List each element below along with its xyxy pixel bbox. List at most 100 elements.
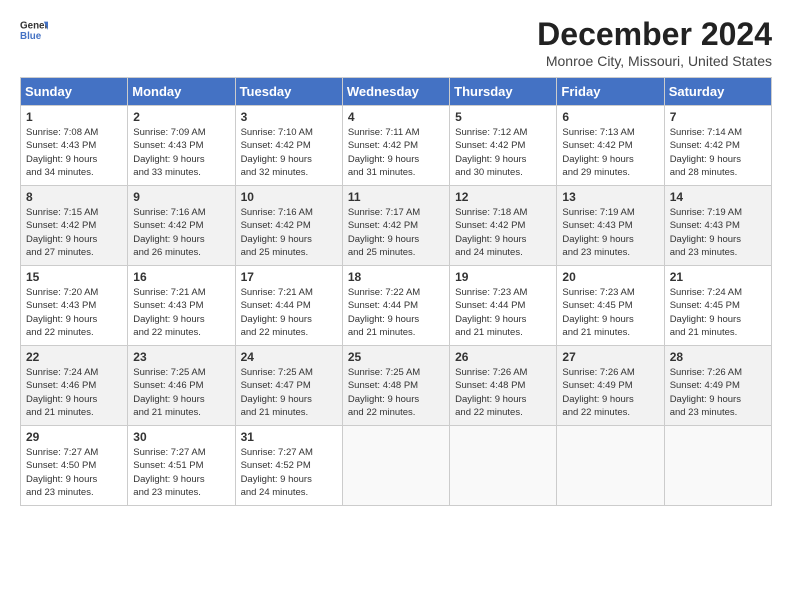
day-number: 16 [133,270,229,284]
day-cell: 26 Sunrise: 7:26 AM Sunset: 4:48 PM Dayli… [450,346,557,426]
title-area: December 2024 Monroe City, Missouri, Uni… [537,16,772,69]
day-info: Sunrise: 7:08 AM Sunset: 4:43 PM Dayligh… [26,126,122,179]
day-number: 12 [455,190,551,204]
day-number: 2 [133,110,229,124]
day-cell: 29 Sunrise: 7:27 AM Sunset: 4:50 PM Dayli… [21,426,128,506]
svg-text:General: General [20,21,48,32]
day-number: 15 [26,270,122,284]
day-info: Sunrise: 7:13 AM Sunset: 4:42 PM Dayligh… [562,126,658,179]
day-info: Sunrise: 7:12 AM Sunset: 4:42 PM Dayligh… [455,126,551,179]
day-number: 4 [348,110,444,124]
day-cell: 18 Sunrise: 7:22 AM Sunset: 4:44 PM Dayli… [342,266,449,346]
day-info: Sunrise: 7:21 AM Sunset: 4:43 PM Dayligh… [133,286,229,339]
day-cell: 17Sunrise: 7:21 AM Sunset: 4:44 PM Dayli… [235,266,342,346]
day-number: 7 [670,110,766,124]
day-cell: 4 Sunrise: 7:11 AM Sunset: 4:42 PM Daylig… [342,106,449,186]
day-info: Sunrise: 7:26 AM Sunset: 4:48 PM Dayligh… [455,366,551,419]
day-cell: 27 Sunrise: 7:26 AM Sunset: 4:49 PM Dayli… [557,346,664,426]
page-subtitle: Monroe City, Missouri, United States [537,53,772,69]
day-number: 19 [455,270,551,284]
day-cell: 12Sunrise: 7:18 AM Sunset: 4:42 PM Dayli… [450,186,557,266]
day-cell: 9 Sunrise: 7:16 AM Sunset: 4:42 PM Daylig… [128,186,235,266]
header-cell-sunday: Sunday [21,78,128,106]
day-info: Sunrise: 7:26 AM Sunset: 4:49 PM Dayligh… [562,366,658,419]
day-number: 25 [348,350,444,364]
week-row-2: 8Sunrise: 7:15 AM Sunset: 4:42 PM Daylig… [21,186,772,266]
day-number: 22 [26,350,122,364]
day-cell [342,426,449,506]
day-info: Sunrise: 7:24 AM Sunset: 4:46 PM Dayligh… [26,366,122,419]
week-row-4: 22 Sunrise: 7:24 AM Sunset: 4:46 PM Dayli… [21,346,772,426]
header-cell-monday: Monday [128,78,235,106]
day-cell: 10 Sunrise: 7:16 AM Sunset: 4:42 PM Dayli… [235,186,342,266]
day-number: 9 [133,190,229,204]
page-title: December 2024 [537,16,772,53]
week-row-1: 1Sunrise: 7:08 AM Sunset: 4:43 PM Daylig… [21,106,772,186]
day-info: Sunrise: 7:23 AM Sunset: 4:44 PM Dayligh… [455,286,551,339]
day-info: Sunrise: 7:25 AM Sunset: 4:47 PM Dayligh… [241,366,337,419]
day-number: 31 [241,430,337,444]
day-cell [664,426,771,506]
day-number: 5 [455,110,551,124]
day-cell: 23Sunrise: 7:25 AM Sunset: 4:46 PM Dayli… [128,346,235,426]
header-row: SundayMondayTuesdayWednesdayThursdayFrid… [21,78,772,106]
day-number: 20 [562,270,658,284]
day-cell: 31 Sunrise: 7:27 AM Sunset: 4:52 PM Dayli… [235,426,342,506]
day-cell: 15Sunrise: 7:20 AM Sunset: 4:43 PM Dayli… [21,266,128,346]
day-info: Sunrise: 7:26 AM Sunset: 4:49 PM Dayligh… [670,366,766,419]
day-cell [557,426,664,506]
day-info: Sunrise: 7:16 AM Sunset: 4:42 PM Dayligh… [241,206,337,259]
header-cell-friday: Friday [557,78,664,106]
day-number: 26 [455,350,551,364]
day-cell: 25Sunrise: 7:25 AM Sunset: 4:48 PM Dayli… [342,346,449,426]
day-info: Sunrise: 7:22 AM Sunset: 4:44 PM Dayligh… [348,286,444,339]
day-info: Sunrise: 7:17 AM Sunset: 4:42 PM Dayligh… [348,206,444,259]
day-cell: 28 Sunrise: 7:26 AM Sunset: 4:49 PM Dayli… [664,346,771,426]
day-info: Sunrise: 7:15 AM Sunset: 4:42 PM Dayligh… [26,206,122,259]
day-info: Sunrise: 7:23 AM Sunset: 4:45 PM Dayligh… [562,286,658,339]
svg-text:Blue: Blue [20,31,42,42]
day-info: Sunrise: 7:09 AM Sunset: 4:43 PM Dayligh… [133,126,229,179]
day-number: 18 [348,270,444,284]
header-cell-wednesday: Wednesday [342,78,449,106]
day-number: 29 [26,430,122,444]
day-number: 21 [670,270,766,284]
day-cell: 21 Sunrise: 7:24 AM Sunset: 4:45 PM Dayli… [664,266,771,346]
day-cell: 6 Sunrise: 7:13 AM Sunset: 4:42 PM Daylig… [557,106,664,186]
day-number: 10 [241,190,337,204]
day-number: 30 [133,430,229,444]
day-number: 23 [133,350,229,364]
day-cell: 8Sunrise: 7:15 AM Sunset: 4:42 PM Daylig… [21,186,128,266]
day-info: Sunrise: 7:27 AM Sunset: 4:50 PM Dayligh… [26,446,122,499]
day-cell: 30Sunrise: 7:27 AM Sunset: 4:51 PM Dayli… [128,426,235,506]
day-cell: 3Sunrise: 7:10 AM Sunset: 4:42 PM Daylig… [235,106,342,186]
day-cell [450,426,557,506]
calendar: SundayMondayTuesdayWednesdayThursdayFrid… [20,77,772,506]
week-row-3: 15Sunrise: 7:20 AM Sunset: 4:43 PM Dayli… [21,266,772,346]
day-info: Sunrise: 7:10 AM Sunset: 4:42 PM Dayligh… [241,126,337,179]
day-cell: 1Sunrise: 7:08 AM Sunset: 4:43 PM Daylig… [21,106,128,186]
day-info: Sunrise: 7:19 AM Sunset: 4:43 PM Dayligh… [670,206,766,259]
day-info: Sunrise: 7:24 AM Sunset: 4:45 PM Dayligh… [670,286,766,339]
day-cell: 14Sunrise: 7:19 AM Sunset: 4:43 PM Dayli… [664,186,771,266]
week-row-5: 29 Sunrise: 7:27 AM Sunset: 4:50 PM Dayli… [21,426,772,506]
day-info: Sunrise: 7:11 AM Sunset: 4:42 PM Dayligh… [348,126,444,179]
day-number: 13 [562,190,658,204]
day-info: Sunrise: 7:16 AM Sunset: 4:42 PM Dayligh… [133,206,229,259]
header-cell-saturday: Saturday [664,78,771,106]
day-cell: 20 Sunrise: 7:23 AM Sunset: 4:45 PM Dayli… [557,266,664,346]
day-cell: 19 Sunrise: 7:23 AM Sunset: 4:44 PM Dayli… [450,266,557,346]
calendar-body: 1Sunrise: 7:08 AM Sunset: 4:43 PM Daylig… [21,106,772,506]
day-cell: 13Sunrise: 7:19 AM Sunset: 4:43 PM Dayli… [557,186,664,266]
logo-icon: General Blue [20,16,48,44]
day-cell: 22 Sunrise: 7:24 AM Sunset: 4:46 PM Dayli… [21,346,128,426]
day-number: 11 [348,190,444,204]
header: General Blue December 2024 Monroe City, … [20,16,772,69]
day-number: 27 [562,350,658,364]
day-info: Sunrise: 7:27 AM Sunset: 4:52 PM Dayligh… [241,446,337,499]
day-number: 6 [562,110,658,124]
day-number: 28 [670,350,766,364]
day-cell: 24Sunrise: 7:25 AM Sunset: 4:47 PM Dayli… [235,346,342,426]
day-cell: 11 Sunrise: 7:17 AM Sunset: 4:42 PM Dayli… [342,186,449,266]
day-info: Sunrise: 7:21 AM Sunset: 4:44 PM Dayligh… [241,286,337,339]
